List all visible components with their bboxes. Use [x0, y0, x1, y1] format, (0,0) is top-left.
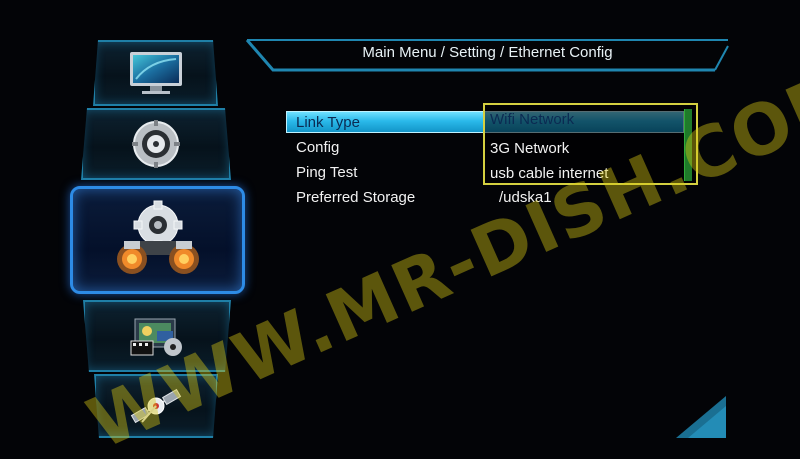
setting-value: /udska1 [499, 189, 552, 206]
setting-label: Link Type [296, 114, 360, 131]
tv-monitor-icon [129, 52, 182, 94]
page-title: Main Menu / Setting / Ethernet Config [362, 44, 613, 61]
system-gears-icon [116, 200, 199, 274]
sidebar-item-satellite[interactable] [94, 374, 218, 438]
settings-disc-icon [132, 120, 180, 168]
dropdown-option-wifi[interactable]: Wifi Network [490, 107, 574, 132]
dropdown-option-usb-cable[interactable]: usb cable internet [490, 161, 608, 186]
sidebar-item-media[interactable] [83, 300, 231, 372]
dropdown-option-3g[interactable]: 3G Network [490, 136, 569, 161]
sidebar-item-tv[interactable] [93, 40, 218, 106]
screen: Main Menu / Setting / Ethernet Config Li… [0, 0, 800, 459]
sidebar-item-settings[interactable] [81, 108, 231, 180]
setting-row-preferred-storage[interactable]: Preferred Storage /udska1 [286, 185, 696, 210]
title-bar: Main Menu / Setting / Ethernet Config [245, 38, 730, 74]
dropdown-scrollbar[interactable] [684, 109, 692, 181]
setting-label: Ping Test [296, 164, 358, 181]
satellite-icon [130, 388, 182, 424]
media-icon [130, 318, 182, 356]
setting-label: Config [296, 139, 340, 156]
setting-label: Preferred Storage [296, 189, 416, 206]
corner-accent [676, 396, 726, 438]
link-type-dropdown[interactable]: Wifi Network 3G Network usb cable intern… [483, 103, 698, 185]
sidebar-item-system[interactable] [70, 186, 245, 294]
